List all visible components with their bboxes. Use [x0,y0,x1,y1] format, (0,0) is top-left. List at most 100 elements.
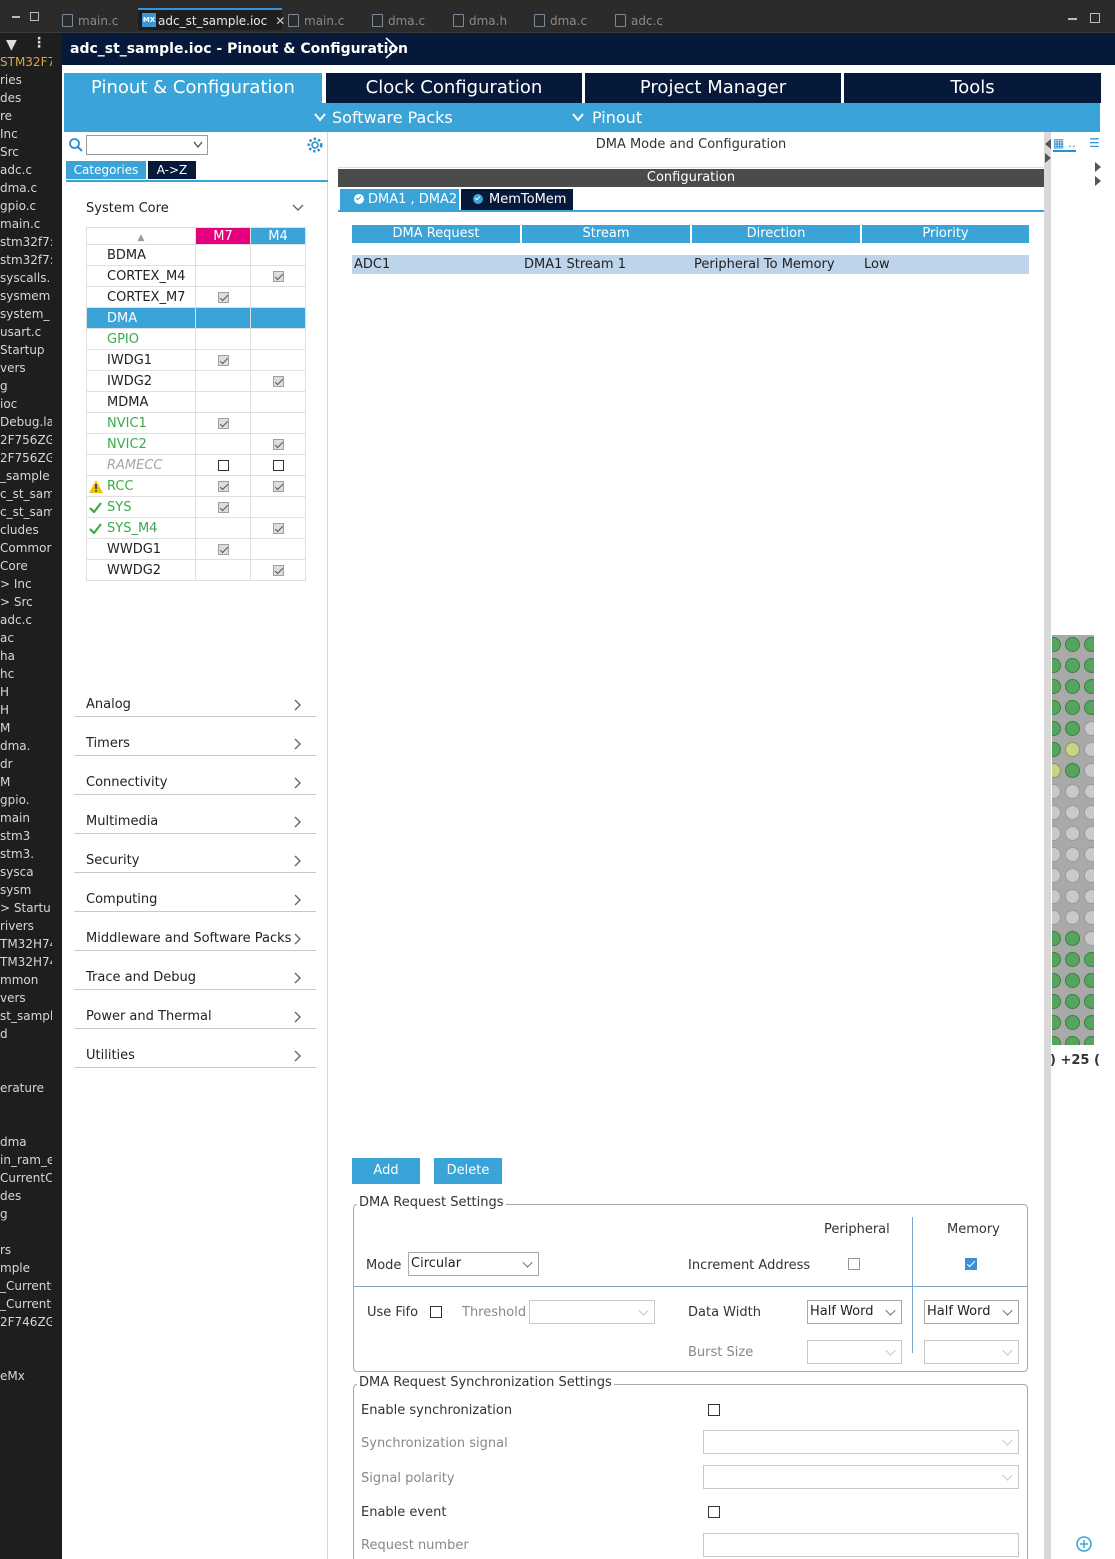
chip-pin[interactable] [1065,826,1080,841]
core-m4-cell[interactable] [250,517,306,539]
memory-increment-checkbox[interactable] [965,1258,977,1270]
chip-pin[interactable] [1065,910,1080,925]
explorer-item[interactable]: H [0,701,9,719]
chip-pin[interactable] [1052,637,1061,652]
tab-memtomem[interactable]: MemToMem [461,189,573,210]
checked-checkbox[interactable] [217,543,229,555]
checked-checkbox[interactable] [272,564,284,576]
maximize-editor-icon[interactable] [1090,13,1100,23]
sync-signal-select[interactable] [703,1430,1019,1454]
explorer-item[interactable]: c_st_samp [0,485,52,503]
explorer-item[interactable]: H [0,683,9,701]
core-m4-cell[interactable] [250,475,306,497]
checked-checkbox[interactable] [217,354,229,366]
explorer-item[interactable]: in_ram_ex [0,1151,52,1169]
chip-pin[interactable] [1052,721,1061,736]
core-m7-cell[interactable] [195,517,251,539]
explorer-item[interactable]: Core [0,557,28,575]
chip-pin[interactable] [1065,763,1080,778]
core-m4-cell[interactable] [250,349,306,371]
explorer-item[interactable]: ioc [0,395,17,413]
editor-tab-main-c-2[interactable]: main.c [284,10,344,32]
chip-pin[interactable] [1084,910,1094,925]
core-m4-cell[interactable] [250,370,306,392]
mode-select[interactable]: Circular [408,1252,539,1276]
filter-icon[interactable]: ▼ [6,37,17,53]
explorer-item[interactable]: system_ [0,305,49,323]
explorer-item[interactable]: _sample [0,467,50,485]
pinout-menu[interactable]: Pinout [572,103,642,132]
chip-pin[interactable] [1052,784,1061,799]
explorer-item[interactable]: cludes [0,521,39,539]
search-input[interactable] [87,136,187,154]
use-fifo-checkbox[interactable] [430,1306,442,1318]
category-timers[interactable]: Timers [74,729,316,756]
chip-pin[interactable] [1065,931,1080,946]
explorer-item[interactable]: M [0,719,10,737]
core-m7-cell[interactable] [195,370,251,392]
column-m7[interactable]: M7 [195,227,251,245]
core-m7-cell[interactable] [195,496,251,518]
core-m7-cell[interactable] [195,349,251,371]
checked-checkbox[interactable] [217,417,229,429]
explorer-item[interactable]: stm3 [0,827,30,845]
enable-sync-checkbox[interactable] [708,1404,720,1416]
category-utilities[interactable]: Utilities [74,1041,316,1068]
chip-pin[interactable] [1065,805,1080,820]
checked-checkbox[interactable] [217,501,229,513]
header-stream[interactable]: Stream [522,225,690,243]
chip-pin[interactable] [1084,994,1094,1009]
checked-checkbox[interactable] [217,480,229,492]
core-m7-cell[interactable] [195,328,251,350]
core-m4-cell[interactable] [250,454,306,476]
explorer-item[interactable]: hc [0,665,14,683]
core-m7-cell[interactable] [195,559,251,581]
explorer-item[interactable]: TM32H74! [0,953,52,971]
pinout-toolbar-icon[interactable]: ▦ .. [1053,136,1076,152]
editor-tab-dma-c-2[interactable]: dma.c [530,10,587,32]
a-to-z-button[interactable]: A->Z [148,161,196,179]
explorer-item[interactable]: Startup [0,341,45,359]
column-m4[interactable]: M4 [250,227,306,245]
explorer-item[interactable]: _CurrentC [0,1295,52,1313]
tab-clock-configuration[interactable]: Clock Configuration [326,73,582,103]
search-combo[interactable] [86,135,208,155]
chip-pin[interactable] [1084,805,1094,820]
explorer-item[interactable]: sysm [0,881,31,899]
explorer-item[interactable]: M [0,773,10,791]
core-m7-cell[interactable] [195,433,251,455]
explorer-item[interactable]: > Inc [0,575,32,593]
enable-event-checkbox[interactable] [708,1506,720,1518]
explorer-item[interactable]: Debug.la [0,413,52,431]
signal-polarity-select[interactable] [703,1465,1019,1489]
chip-pin[interactable] [1084,784,1094,799]
chip-pin[interactable] [1065,1036,1080,1045]
chip-pin-grid[interactable] [1052,635,1094,1045]
chip-pin[interactable] [1084,679,1094,694]
explorer-item[interactable]: ries [0,71,22,89]
chip-pin[interactable] [1065,994,1080,1009]
table-row[interactable]: WWDG1 [86,538,306,560]
explorer-item[interactable]: stm3. [0,845,34,863]
zoom-in-icon[interactable] [1075,1535,1093,1553]
explorer-item[interactable]: rs [0,1241,11,1259]
list-view-icon[interactable]: ☰ [1089,136,1100,150]
header-priority[interactable]: Priority [862,225,1029,243]
chip-pin[interactable] [1065,847,1080,862]
chip-pin[interactable] [1065,952,1080,967]
chip-pin[interactable] [1052,868,1061,883]
header-direction[interactable]: Direction [692,225,860,243]
categories-button[interactable]: Categories [66,161,146,179]
explorer-item[interactable]: _CurrentC [0,1277,52,1295]
chip-pin[interactable] [1084,658,1094,673]
explorer-item[interactable]: st_sample [0,1007,52,1025]
editor-tab-adc-c[interactable]: adc.c [611,10,663,32]
explorer-item[interactable]: eMx [0,1367,25,1385]
memory-data-width-select[interactable]: Half Word [924,1300,1019,1324]
explorer-item[interactable]: dma. [0,737,30,755]
explorer-item[interactable]: g [0,1205,8,1223]
category-computing[interactable]: Computing [74,885,316,912]
explorer-item[interactable]: 2F756ZG [0,449,52,467]
explorer-item[interactable]: adc.c [0,161,32,179]
category-connectivity[interactable]: Connectivity [74,768,316,795]
